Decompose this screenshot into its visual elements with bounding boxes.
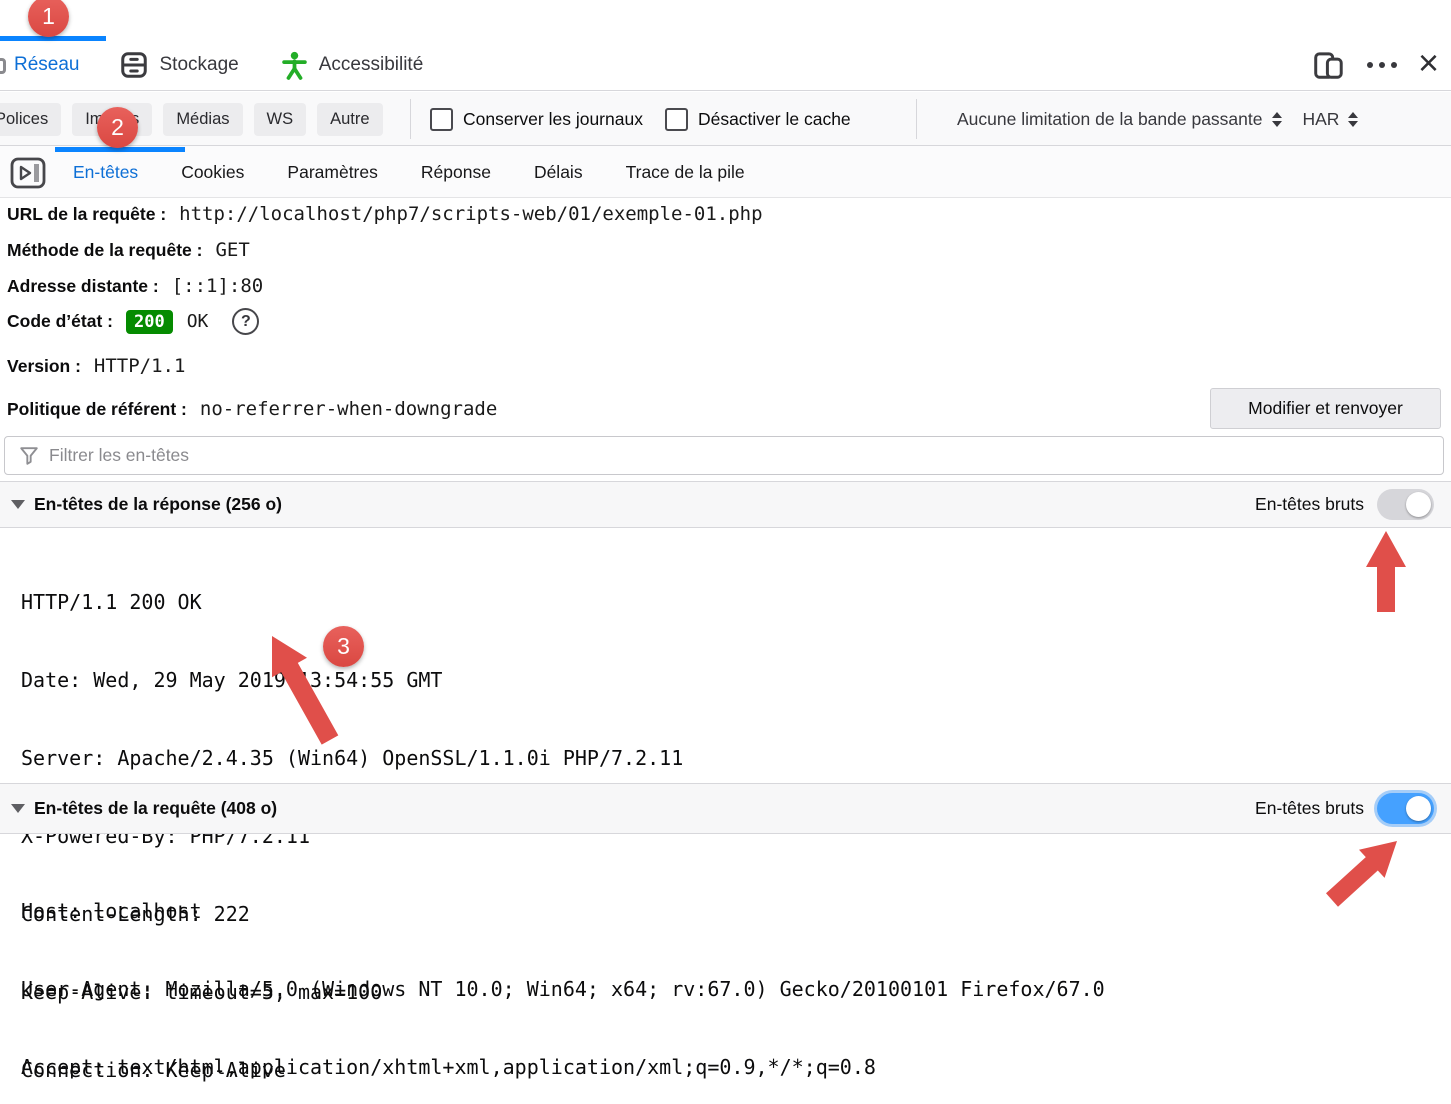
toggle-knob <box>1406 796 1431 821</box>
version-value: HTTP/1.1 <box>94 355 186 377</box>
toolbar-divider <box>916 99 917 139</box>
method-value: GET <box>215 239 249 261</box>
red-arrow-response-toggle <box>1366 531 1406 612</box>
request-header-line: User-Agent: Mozilla/5.0 (Windows NT 10.0… <box>21 976 1105 1002</box>
responsive-design-icon[interactable] <box>1312 49 1346 81</box>
url-value: http://localhost/php7/scripts-web/01/exe… <box>179 203 762 225</box>
response-header-line: HTTP/1.1 200 OK <box>21 589 683 615</box>
method-label: Méthode de la requête : <box>7 240 202 261</box>
detail-tab-entetes[interactable]: En-têtes <box>73 162 138 183</box>
tab-label: Accessibilité <box>319 54 424 76</box>
toolbar-divider <box>410 99 411 139</box>
keep-logs-checkbox[interactable] <box>430 108 453 131</box>
status-badge: 200 <box>126 310 173 334</box>
tab-label: Réseau <box>14 54 80 76</box>
red-arrow-request-toggle <box>1326 841 1397 907</box>
detail-tab-reponse[interactable]: Réponse <box>421 162 491 183</box>
har-menu[interactable]: HAR <box>1303 109 1340 130</box>
collapse-triangle-icon <box>11 500 25 509</box>
throttling-select[interactable]: Aucune limitation de la bande passante <box>957 109 1263 130</box>
status-label: Code d’état : <box>7 311 113 332</box>
filter-pill-ws[interactable]: WS <box>254 103 307 136</box>
filter-pill-polices[interactable]: Polices <box>0 103 61 136</box>
status-text: OK <box>187 311 209 332</box>
status-help-icon[interactable]: ? <box>232 308 259 335</box>
request-header-line: Host: localhost <box>21 898 1105 924</box>
request-header-line: Accept: text/html,application/xhtml+xml,… <box>21 1054 1105 1080</box>
detail-tab-cookies[interactable]: Cookies <box>181 162 244 183</box>
close-icon[interactable]: × <box>1418 48 1439 78</box>
detail-tab-trace[interactable]: Trace de la pile <box>626 162 745 183</box>
storage-icon <box>119 50 149 80</box>
request-headers-raw: Host: localhost User-Agent: Mozilla/5.0 … <box>21 846 1105 1104</box>
remote-address-value: [::1]:80 <box>172 275 264 297</box>
filter-pill-medias[interactable]: Médias <box>163 103 242 136</box>
annotation-badge-3: 3 <box>323 626 364 667</box>
request-headers-title: En-têtes de la requête (408 o) <box>34 798 277 819</box>
raw-headers-label: En-têtes bruts <box>1255 798 1364 819</box>
disable-cache-label: Désactiver le cache <box>698 109 851 130</box>
raw-headers-toggle-request[interactable] <box>1377 793 1434 824</box>
accessibility-icon <box>281 50 308 80</box>
response-headers-section-header[interactable]: En-têtes de la réponse (256 o) En-têtes … <box>0 481 1451 528</box>
annotation-badge-2: 2 <box>97 107 138 148</box>
response-header-line: Server: Apache/2.4.35 (Win64) OpenSSL/1.… <box>21 745 683 771</box>
request-headers-section-header[interactable]: En-têtes de la requête (408 o) En-têtes … <box>0 783 1451 834</box>
throttling-caret-icon <box>1272 112 1282 127</box>
detail-tab-parametres[interactable]: Paramètres <box>287 162 377 183</box>
collapse-triangle-icon <box>11 804 25 813</box>
raw-headers-label: En-têtes bruts <box>1255 494 1364 515</box>
headers-filter-bar <box>4 436 1444 475</box>
tab-reseau[interactable]: Réseau <box>14 54 80 76</box>
remote-address-label: Adresse distante : <box>7 276 159 297</box>
keep-logs-label: Conserver les journaux <box>463 109 643 130</box>
tab-stockage[interactable]: Stockage <box>119 50 239 80</box>
detail-tab-delais[interactable]: Délais <box>534 162 583 183</box>
network-toolbar: Polices Images Médias WS Autre Conserver… <box>0 92 1451 146</box>
filter-headers-input[interactable] <box>4 436 1444 475</box>
url-label: URL de la requête : <box>7 204 166 225</box>
keep-logs-checkbox-item: Conserver les journaux <box>430 108 643 131</box>
edit-resend-button[interactable]: Modifier et renvoyer <box>1210 388 1441 429</box>
request-detail-tabbar: En-têtes Cookies Paramètres Réponse Déla… <box>0 146 1451 198</box>
disable-cache-checkbox-item: Désactiver le cache <box>665 108 851 131</box>
response-headers-title: En-têtes de la réponse (256 o) <box>34 494 282 515</box>
toggle-knob <box>1406 492 1431 517</box>
devtools-tabbar: Réseau Stockage Acces <box>0 0 1451 91</box>
filter-pill-autre[interactable]: Autre <box>317 103 382 136</box>
referrer-policy-label: Politique de référent : <box>7 399 187 420</box>
funnel-icon <box>19 446 39 466</box>
referrer-policy-value: no-referrer-when-downgrade <box>200 398 497 420</box>
version-label: Version : <box>7 356 81 377</box>
har-caret-icon <box>1348 112 1358 127</box>
response-header-line: Date: Wed, 29 May 2019 13:54:55 GMT <box>21 667 683 693</box>
tab-label: Stockage <box>160 54 239 76</box>
raw-headers-toggle-response[interactable] <box>1377 489 1434 520</box>
disable-cache-checkbox[interactable] <box>665 108 688 131</box>
meatball-menu-icon[interactable] <box>1367 62 1397 68</box>
split-pane-toggle-icon[interactable] <box>10 157 46 189</box>
tab-accessibilite[interactable]: Accessibilité <box>281 50 424 80</box>
devtools-network-panel: Réseau Stockage Acces <box>0 0 1451 1104</box>
